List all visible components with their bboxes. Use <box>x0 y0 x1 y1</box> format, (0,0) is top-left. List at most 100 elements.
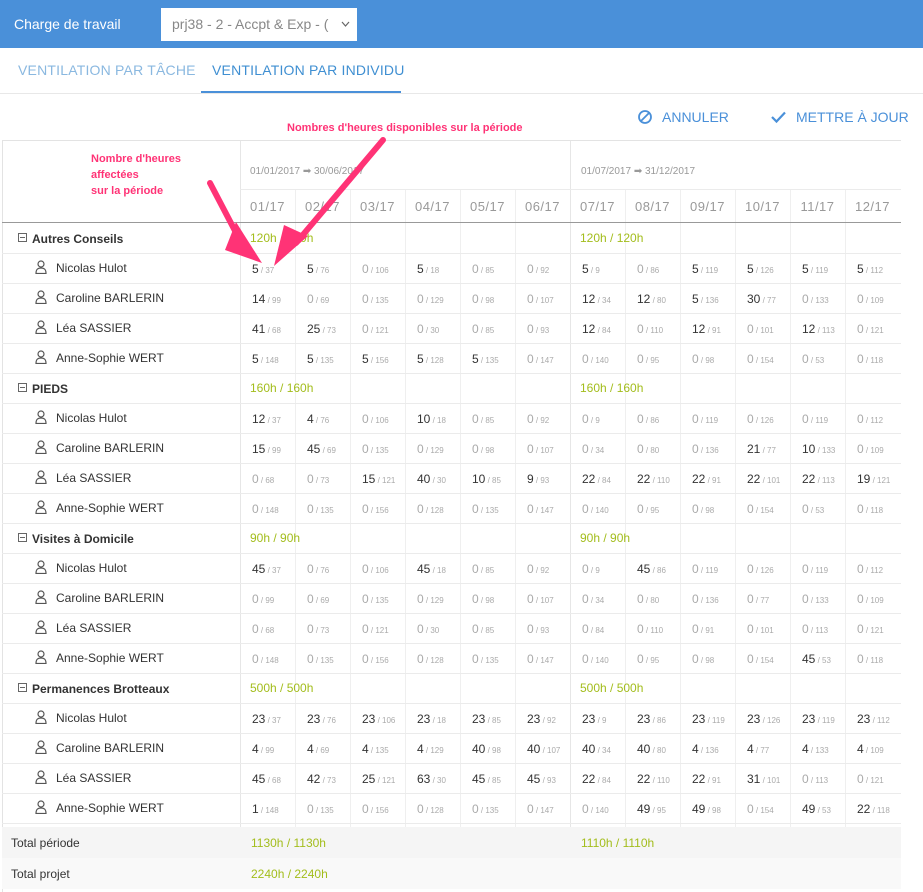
hours-cell[interactable]: 0 / 112 <box>857 412 883 426</box>
hours-cell[interactable]: 0 / 99 <box>252 592 274 606</box>
hours-cell[interactable]: 0 / 101 <box>747 622 774 636</box>
hours-cell[interactable]: 5 / 76 <box>307 262 329 276</box>
hours-cell[interactable]: 5 / 136 <box>692 292 719 306</box>
hours-cell[interactable]: 0 / 156 <box>362 502 389 516</box>
hours-cell[interactable]: 12 / 37 <box>252 412 281 426</box>
hours-cell[interactable]: 0 / 53 <box>802 502 824 516</box>
hours-cell[interactable]: 22 / 113 <box>802 472 835 486</box>
hours-cell[interactable]: 12 / 91 <box>692 322 721 336</box>
hours-cell[interactable]: 5 / 37 <box>252 262 274 276</box>
hours-cell[interactable]: 0 / 119 <box>692 562 718 576</box>
hours-cell[interactable]: 0 / 156 <box>362 652 389 666</box>
hours-cell[interactable]: 0 / 106 <box>362 412 389 426</box>
hours-cell[interactable]: 0 / 85 <box>472 562 494 576</box>
hours-cell[interactable]: 0 / 154 <box>747 652 774 666</box>
hours-cell[interactable]: 40 / 30 <box>417 472 446 486</box>
hours-cell[interactable]: 4 / 109 <box>857 742 884 756</box>
hours-cell[interactable]: 0 / 98 <box>692 652 714 666</box>
hours-cell[interactable]: 23 / 92 <box>527 712 556 726</box>
hours-cell[interactable]: 0 / 9 <box>582 412 600 426</box>
hours-cell[interactable]: 0 / 80 <box>637 592 659 606</box>
collapse-icon[interactable] <box>18 683 27 692</box>
hours-cell[interactable]: 0 / 110 <box>637 622 663 636</box>
hours-cell[interactable]: 0 / 95 <box>637 352 659 366</box>
hours-cell[interactable]: 45 / 86 <box>637 562 666 576</box>
hours-cell[interactable]: 0 / 140 <box>582 352 609 366</box>
hours-cell[interactable]: 45 / 85 <box>472 772 501 786</box>
hours-cell[interactable]: 5 / 148 <box>252 352 279 366</box>
hours-cell[interactable]: 4 / 129 <box>417 742 444 756</box>
hours-cell[interactable]: 19 / 121 <box>857 472 890 486</box>
hours-cell[interactable]: 0 / 135 <box>362 592 389 606</box>
hours-cell[interactable]: 0 / 135 <box>307 802 334 816</box>
hours-cell[interactable]: 0 / 107 <box>527 592 554 606</box>
hours-cell[interactable]: 9 / 93 <box>527 472 549 486</box>
hours-cell[interactable]: 4 / 69 <box>307 742 329 756</box>
hours-cell[interactable]: 30 / 77 <box>747 292 776 306</box>
hours-cell[interactable]: 0 / 140 <box>582 802 609 816</box>
hours-cell[interactable]: 0 / 98 <box>472 592 494 606</box>
hours-cell[interactable]: 0 / 76 <box>307 562 329 576</box>
hours-cell[interactable]: 0 / 119 <box>802 562 828 576</box>
hours-cell[interactable]: 45 / 68 <box>252 772 281 786</box>
hours-cell[interactable]: 22 / 91 <box>692 772 721 786</box>
hours-cell[interactable]: 0 / 113 <box>802 622 828 636</box>
hours-cell[interactable]: 23 / 106 <box>362 712 395 726</box>
hours-cell[interactable]: 0 / 133 <box>802 592 829 606</box>
hours-cell[interactable]: 5 / 135 <box>307 352 334 366</box>
hours-cell[interactable]: 0 / 147 <box>527 802 554 816</box>
scrollbar-track[interactable] <box>901 140 923 892</box>
hours-cell[interactable]: 23 / 9 <box>582 712 606 726</box>
hours-cell[interactable]: 0 / 30 <box>417 622 439 636</box>
hours-cell[interactable]: 0 / 118 <box>857 502 883 516</box>
hours-cell[interactable]: 0 / 118 <box>857 352 883 366</box>
hours-cell[interactable]: 0 / 77 <box>747 592 769 606</box>
hours-cell[interactable]: 0 / 126 <box>747 562 774 576</box>
hours-cell[interactable]: 0 / 128 <box>417 652 444 666</box>
hours-cell[interactable]: 0 / 109 <box>857 592 884 606</box>
hours-cell[interactable]: 0 / 136 <box>692 442 719 456</box>
hours-cell[interactable]: 5 / 128 <box>417 352 444 366</box>
hours-cell[interactable]: 4 / 136 <box>692 742 719 756</box>
hours-cell[interactable]: 0 / 121 <box>857 622 884 636</box>
hours-cell[interactable]: 0 / 101 <box>747 322 774 336</box>
hours-cell[interactable]: 0 / 129 <box>417 592 444 606</box>
hours-cell[interactable]: 23 / 18 <box>417 712 446 726</box>
hours-cell[interactable]: 45 / 37 <box>252 562 281 576</box>
hours-cell[interactable]: 0 / 34 <box>582 442 604 456</box>
hours-cell[interactable]: 4 / 76 <box>307 412 329 426</box>
hours-cell[interactable]: 12 / 34 <box>582 292 611 306</box>
hours-cell[interactable]: 4 / 99 <box>252 742 274 756</box>
hours-cell[interactable]: 0 / 93 <box>527 622 549 636</box>
hours-cell[interactable]: 0 / 113 <box>802 772 828 786</box>
hours-cell[interactable]: 41 / 68 <box>252 322 281 336</box>
hours-cell[interactable]: 0 / 95 <box>637 652 659 666</box>
hours-cell[interactable]: 0 / 126 <box>747 412 774 426</box>
hours-cell[interactable]: 0 / 121 <box>362 322 389 336</box>
hours-cell[interactable]: 25 / 73 <box>307 322 336 336</box>
project-select[interactable]: prj38 - 2 - Accpt & Exp - ( <box>161 8 357 41</box>
hours-cell[interactable]: 0 / 73 <box>307 472 329 486</box>
hours-cell[interactable]: 0 / 119 <box>802 412 828 426</box>
hours-cell[interactable]: 0 / 92 <box>527 562 549 576</box>
hours-cell[interactable]: 0 / 95 <box>637 502 659 516</box>
tab-ventilation-par-individu[interactable]: VENTILATION PAR INDIVIDU <box>212 62 405 78</box>
hours-cell[interactable]: 0 / 73 <box>307 622 329 636</box>
hours-cell[interactable]: 5 / 119 <box>802 262 828 276</box>
hours-cell[interactable]: 0 / 136 <box>692 592 719 606</box>
hours-cell[interactable]: 49 / 98 <box>692 802 721 816</box>
hours-cell[interactable]: 0 / 85 <box>472 412 494 426</box>
hours-cell[interactable]: 0 / 98 <box>692 502 714 516</box>
hours-cell[interactable]: 22 / 84 <box>582 472 611 486</box>
hours-cell[interactable]: 0 / 128 <box>417 502 444 516</box>
hours-cell[interactable]: 10 / 85 <box>472 472 501 486</box>
collapse-icon[interactable] <box>18 233 27 242</box>
hours-cell[interactable]: 0 / 93 <box>527 322 549 336</box>
hours-cell[interactable]: 0 / 154 <box>747 802 774 816</box>
hours-cell[interactable]: 0 / 129 <box>417 442 444 456</box>
hours-cell[interactable]: 0 / 91 <box>692 622 714 636</box>
hours-cell[interactable]: 0 / 30 <box>417 322 439 336</box>
hours-cell[interactable]: 0 / 112 <box>857 562 883 576</box>
hours-cell[interactable]: 0 / 9 <box>582 562 600 576</box>
hours-cell[interactable]: 0 / 147 <box>527 652 554 666</box>
